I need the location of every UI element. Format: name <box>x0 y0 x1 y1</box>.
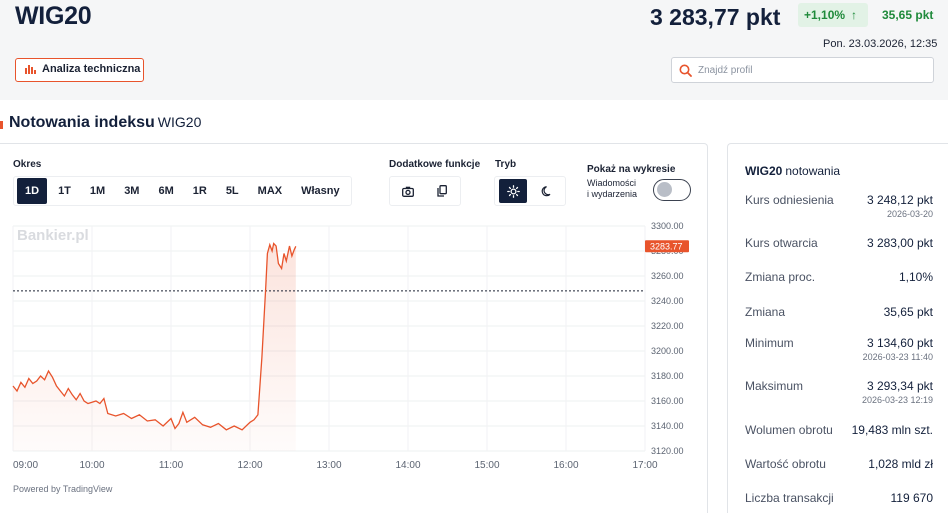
stat-label: Liczba transakcji <box>745 491 834 505</box>
period-button-1m[interactable]: 1M <box>82 178 113 204</box>
stat-label: Wartość obrotu <box>745 457 826 471</box>
screenshot-button[interactable] <box>394 179 422 203</box>
x-tick-label: 15:00 <box>474 460 499 471</box>
y-tick-label: 3180.00 <box>651 371 684 381</box>
extra-functions-label: Dodatkowe funkcje <box>389 159 481 170</box>
news-events-toggle[interactable] <box>653 179 691 201</box>
search-input[interactable] <box>698 62 928 78</box>
stat-label: Wolumen obrotu <box>745 423 833 437</box>
copy-button[interactable] <box>428 179 456 203</box>
period-selector: 1D 1T 1M 3M 6M 1R 5L MAX Własny <box>13 176 352 206</box>
x-axis: 09:00 10:00 11:00 12:00 13:00 14:00 15:00 16:00… <box>13 460 658 471</box>
quote-datetime: Pon. 23.03.2026, 12:35 <box>823 38 938 50</box>
y-tick-label: 3220.00 <box>651 321 684 331</box>
stats-title-text: WIG20 <box>745 164 783 178</box>
section-subtitle: WIG20 <box>157 114 202 130</box>
x-tick-label: 16:00 <box>553 460 578 471</box>
stat-value: 119 670 <box>890 491 934 505</box>
x-tick-label: 13:00 <box>316 460 341 471</box>
period-label: Okres <box>13 159 42 170</box>
technical-analysis-button[interactable]: Analiza techniczna <box>15 58 144 82</box>
moon-icon <box>541 186 551 197</box>
news-label-line1: Wiadomości <box>587 178 637 188</box>
stat-value: 19,483 mln szt. <box>851 423 933 437</box>
stat-date: 2026-03-23 11:40 <box>862 352 933 362</box>
extra-functions-group <box>389 176 461 206</box>
price-chart[interactable]: Bankier.pl 3300.003280.003260.003240.003… <box>0 218 706 513</box>
period-button-1r[interactable]: 1R <box>185 178 215 204</box>
change-percent: +1,10% <box>804 8 846 22</box>
stat-label: Minimum <box>745 336 794 350</box>
y-tick-label: 3160.00 <box>651 396 684 406</box>
period-button-1d[interactable]: 1D <box>17 178 48 204</box>
stats-subtitle: notowania <box>785 164 841 178</box>
y-tick-label: 3140.00 <box>651 421 684 431</box>
section-title: Notowania indeksu WIG20 <box>9 114 201 132</box>
stat-value: 3 293,34 pkt <box>866 379 933 393</box>
profile-search[interactable] <box>671 57 934 83</box>
search-icon <box>679 64 692 77</box>
page-header: WIG20 3 283,77 pkt +1,10% ↑ 35,65 pkt Pon… <box>0 0 948 100</box>
y-tick-label: 3240.00 <box>651 296 684 306</box>
x-tick-label: 12:00 <box>237 460 262 471</box>
news-events-label: Wiadomości i wydarzenia <box>587 178 637 200</box>
section-title-text: Notowania indeksu <box>9 114 155 131</box>
quote-stats-panel: WIG20 notowania Kurs odniesienia 3 248,12 … <box>727 143 948 513</box>
stat-label: Kurs odniesienia <box>745 193 834 207</box>
stat-label: Zmiana <box>745 305 786 319</box>
y-axis: 3300.003280.003260.003240.003220.003200.… <box>651 221 684 456</box>
bar-chart-icon <box>25 65 36 74</box>
camera-icon <box>402 186 414 197</box>
period-button-własny[interactable]: Własny <box>293 178 348 204</box>
index-price: 3 283,77 pkt <box>650 4 781 30</box>
period-button-5l[interactable]: 5L <box>218 178 247 204</box>
powered-by: Powered by TradingView <box>13 484 113 494</box>
mode-group <box>494 176 566 206</box>
news-label-line2: i wydarzenia <box>587 189 638 199</box>
last-value-label: 3283.77 <box>650 241 683 251</box>
light-mode-button[interactable] <box>499 179 527 203</box>
x-tick-label: 09:00 <box>13 460 38 471</box>
y-tick-label: 3260.00 <box>651 271 684 281</box>
page-title: WIG20 <box>15 2 92 30</box>
stat-date: 2026-03-23 12:19 <box>861 395 933 405</box>
change-absolute: 35,65 pkt <box>882 8 934 22</box>
toggle-knob <box>657 182 672 197</box>
stats-title: WIG20 notowania <box>745 164 840 178</box>
x-tick-label: 11:00 <box>159 460 184 471</box>
stat-value: 35,65 pkt <box>883 305 933 319</box>
period-button-3m[interactable]: 3M <box>116 178 147 204</box>
stat-value: 3 283,00 pkt <box>866 236 933 250</box>
x-tick-label: 17:00 <box>632 460 657 471</box>
stat-value: 1,028 mld zł <box>868 457 933 471</box>
x-tick-label: 10:00 <box>79 460 104 471</box>
technical-analysis-label: Analiza techniczna <box>42 63 141 75</box>
chart-panel: Okres 1D 1T 1M 3M 6M 1R 5L MAX Własny Dodatkowe … <box>0 143 708 513</box>
change-percent-badge: +1,10% ↑ <box>798 3 868 27</box>
stat-value: 1,10% <box>898 270 933 284</box>
arrow-up-icon: ↑ <box>851 8 858 22</box>
stat-label: Maksimum <box>745 379 804 393</box>
section-marker <box>0 121 3 129</box>
stat-value: 3 134,60 pkt <box>866 336 933 350</box>
stat-label: Kurs otwarcia <box>745 236 818 250</box>
show-on-chart-label: Pokaż na wykresie <box>587 164 676 175</box>
stat-date: 2026-03-20 <box>886 209 933 219</box>
y-tick-label: 3300.00 <box>651 221 684 231</box>
period-button-max[interactable]: MAX <box>250 178 290 204</box>
sun-icon <box>506 184 520 198</box>
copy-icon <box>437 185 447 197</box>
main-content: Notowania indeksu WIG20 Okres 1D 1T 1M 3M 6M 1… <box>0 100 948 513</box>
stat-value: 3 248,12 pkt <box>866 193 933 207</box>
period-button-6m[interactable]: 6M <box>150 178 181 204</box>
dark-mode-button[interactable] <box>533 179 561 203</box>
period-button-1t[interactable]: 1T <box>50 178 79 204</box>
chart-watermark: Bankier.pl <box>17 227 89 244</box>
x-tick-label: 14:00 <box>395 460 420 471</box>
y-tick-label: 3200.00 <box>651 346 684 356</box>
y-tick-label: 3120.00 <box>651 446 684 456</box>
stat-label: Zmiana proc. <box>745 270 816 284</box>
mode-label: Tryb <box>495 159 517 170</box>
